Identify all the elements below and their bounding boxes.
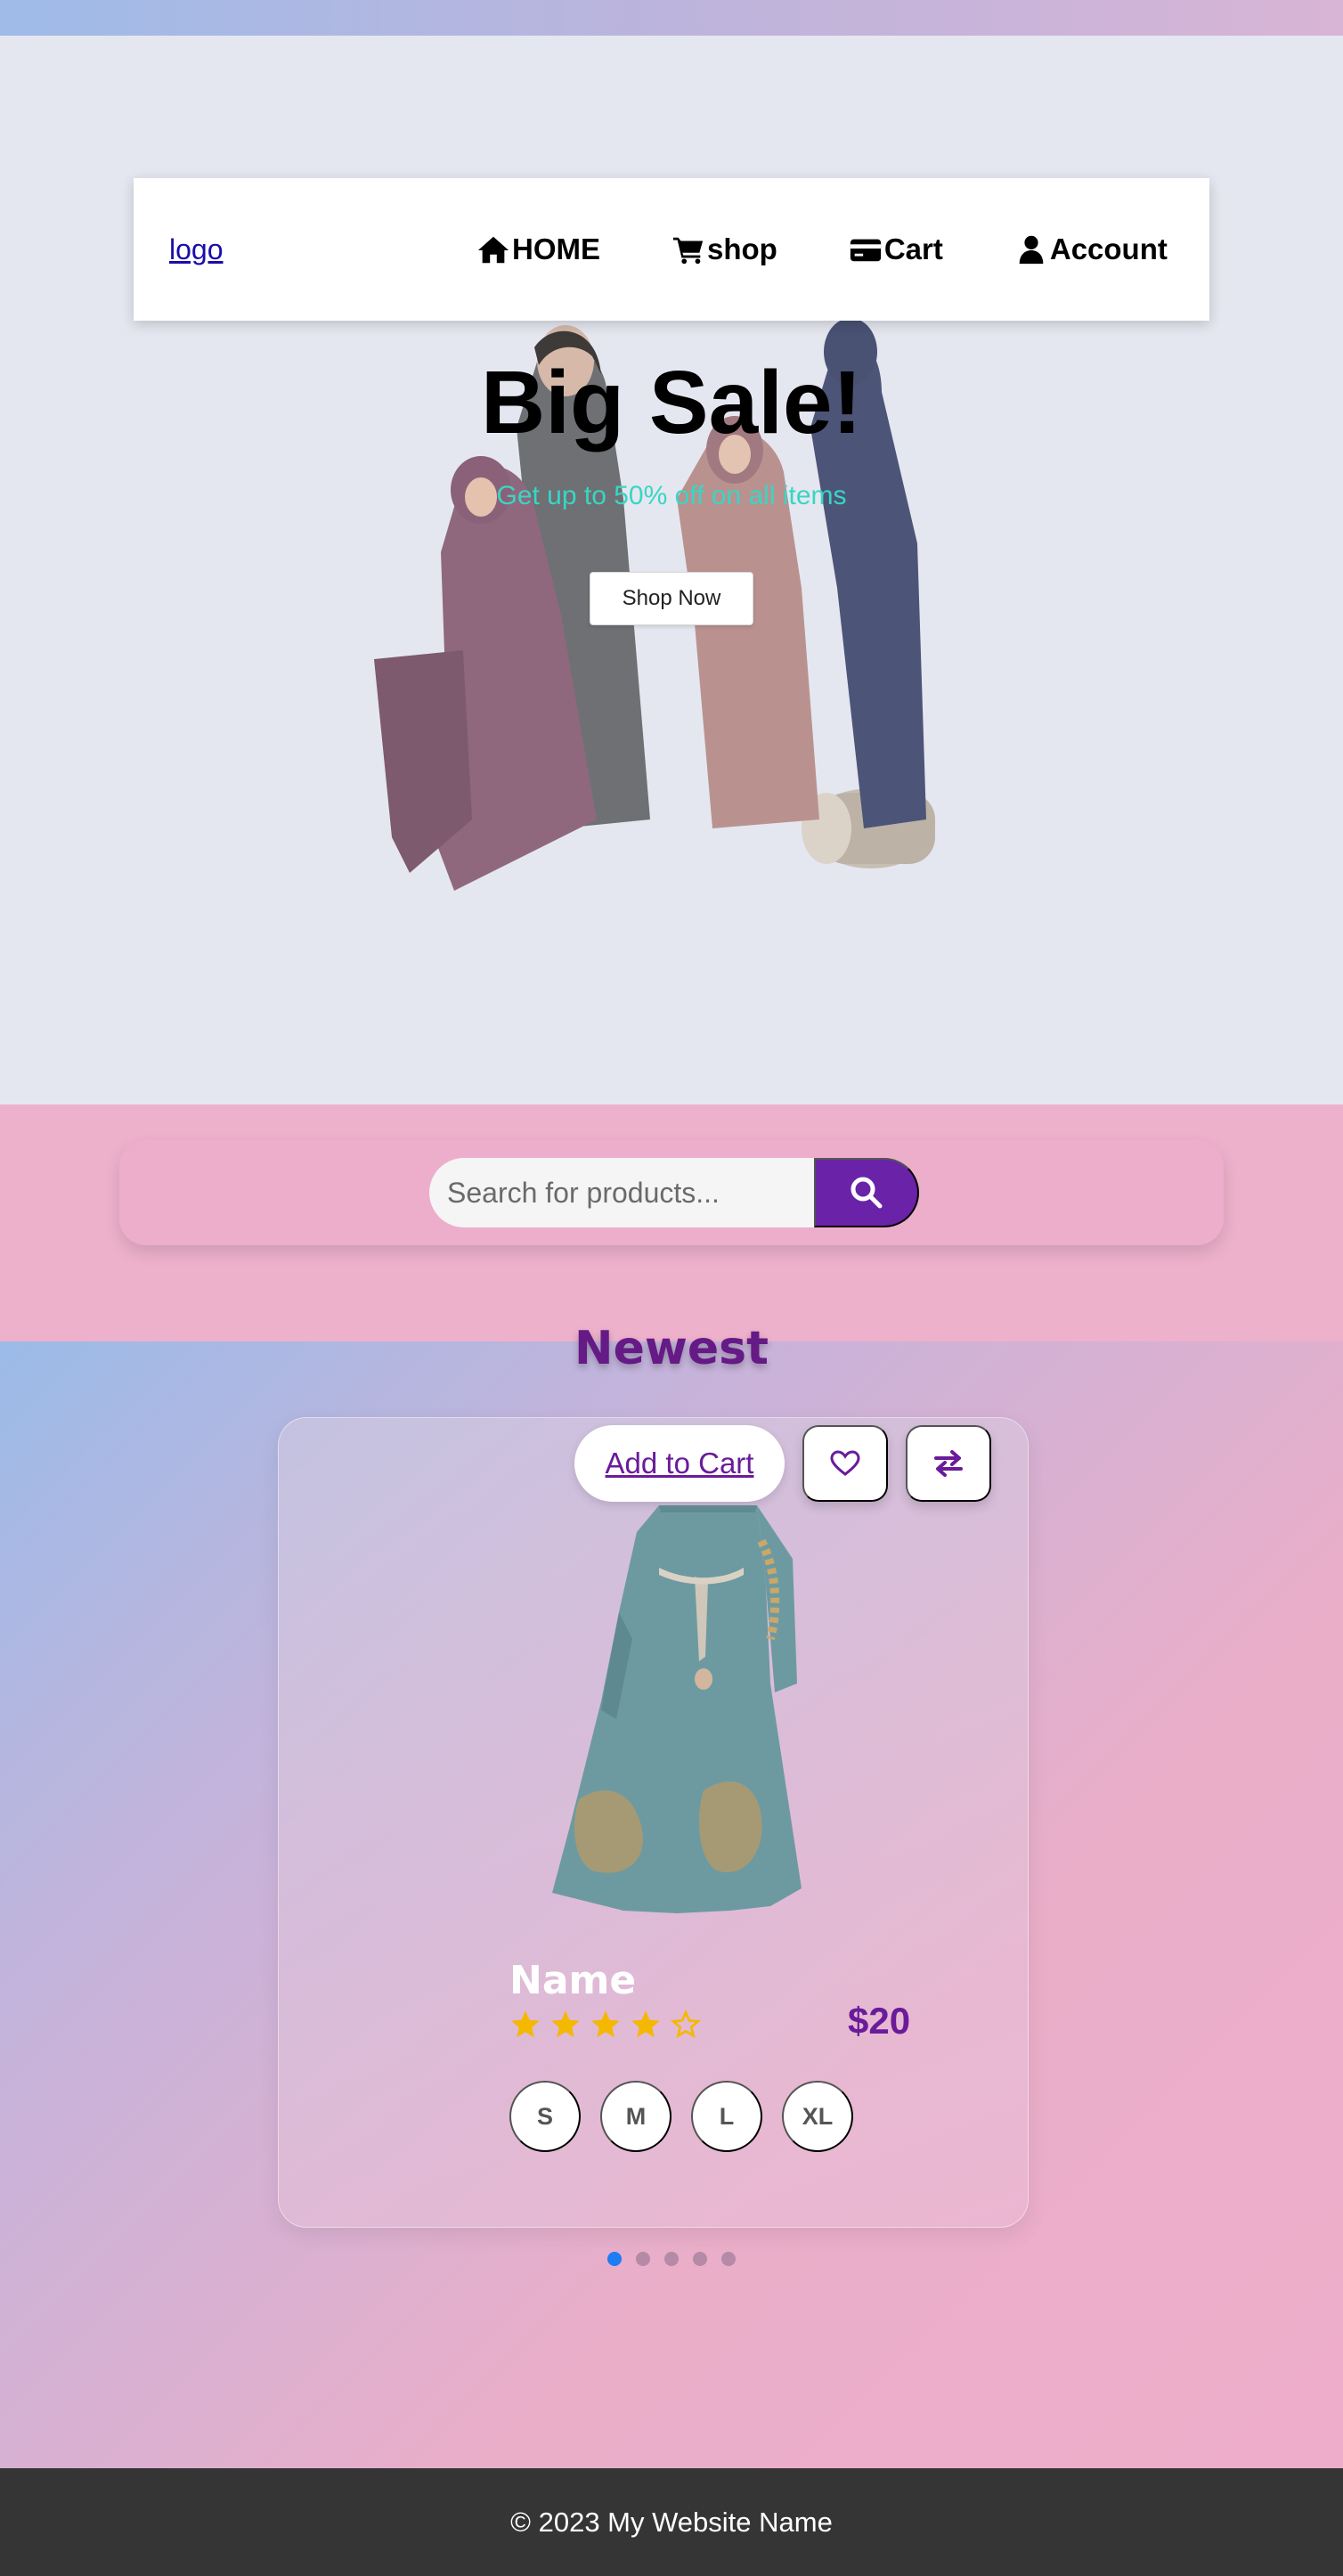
footer-text: © 2023 My Website Name xyxy=(510,2506,833,2538)
size-options: S M L XL xyxy=(509,2081,853,2152)
product-rating xyxy=(509,2009,702,2041)
compare-button[interactable] xyxy=(906,1425,991,1502)
size-option[interactable]: L xyxy=(691,2081,762,2152)
nav-item-home[interactable]: HOME xyxy=(476,232,600,266)
section-title: Newest xyxy=(574,1322,769,1375)
carousel-pagination xyxy=(607,2252,736,2266)
star-filled-icon xyxy=(511,2010,540,2038)
hero-subtitle: Get up to 50% off on all items xyxy=(496,481,847,510)
navbar: logo HOME shop Cart Account xyxy=(134,178,1209,321)
search-card xyxy=(119,1140,1224,1245)
nav-item-cart[interactable]: Cart xyxy=(849,232,943,266)
credit-card-icon xyxy=(850,239,881,262)
wishlist-button[interactable] xyxy=(802,1425,888,1502)
carousel-dot-active[interactable] xyxy=(607,2252,622,2266)
size-option[interactable]: M xyxy=(600,2081,672,2152)
add-to-cart-button[interactable]: Add to Cart xyxy=(574,1425,785,1502)
shop-now-button[interactable]: Shop Now xyxy=(590,572,753,625)
size-option[interactable]: XL xyxy=(782,2081,853,2152)
product-name: Name xyxy=(509,1958,637,2003)
product-image xyxy=(552,1505,802,1913)
cart-icon xyxy=(672,237,704,265)
heart-icon xyxy=(830,1450,860,1476)
logo-link[interactable]: logo xyxy=(169,233,224,266)
search-section xyxy=(0,1105,1343,1341)
top-gradient-strip xyxy=(0,0,1343,36)
carousel-dot[interactable] xyxy=(693,2252,707,2266)
search-icon xyxy=(851,1177,883,1209)
product-price: $20 xyxy=(848,2000,911,2042)
hero-title: Big Sale! xyxy=(481,353,862,452)
search-input[interactable] xyxy=(429,1158,814,1227)
star-filled-icon xyxy=(631,2010,660,2038)
exchange-icon xyxy=(934,1450,963,1477)
nav-item-label: Account xyxy=(1049,232,1168,265)
star-filled-icon xyxy=(551,2010,580,2038)
star-outline-icon xyxy=(670,2009,702,2039)
nav-item-account[interactable]: Account xyxy=(1014,232,1168,266)
carousel-dot[interactable] xyxy=(636,2252,650,2266)
nav-menu: HOME shop Cart Account xyxy=(476,178,1168,321)
footer: © 2023 My Website Name xyxy=(0,2468,1343,2576)
nav-item-shop[interactable]: shop xyxy=(672,232,777,266)
nav-item-label: Cart xyxy=(883,232,943,265)
carousel-dot[interactable] xyxy=(721,2252,736,2266)
nav-item-label: HOME xyxy=(512,232,600,265)
size-option[interactable]: S xyxy=(509,2081,581,2152)
search-button[interactable] xyxy=(814,1158,919,1227)
nav-item-label: shop xyxy=(707,232,777,265)
carousel-dot[interactable] xyxy=(664,2252,679,2266)
home-icon xyxy=(477,236,509,264)
user-icon xyxy=(1019,235,1044,265)
star-filled-icon xyxy=(591,2010,620,2038)
